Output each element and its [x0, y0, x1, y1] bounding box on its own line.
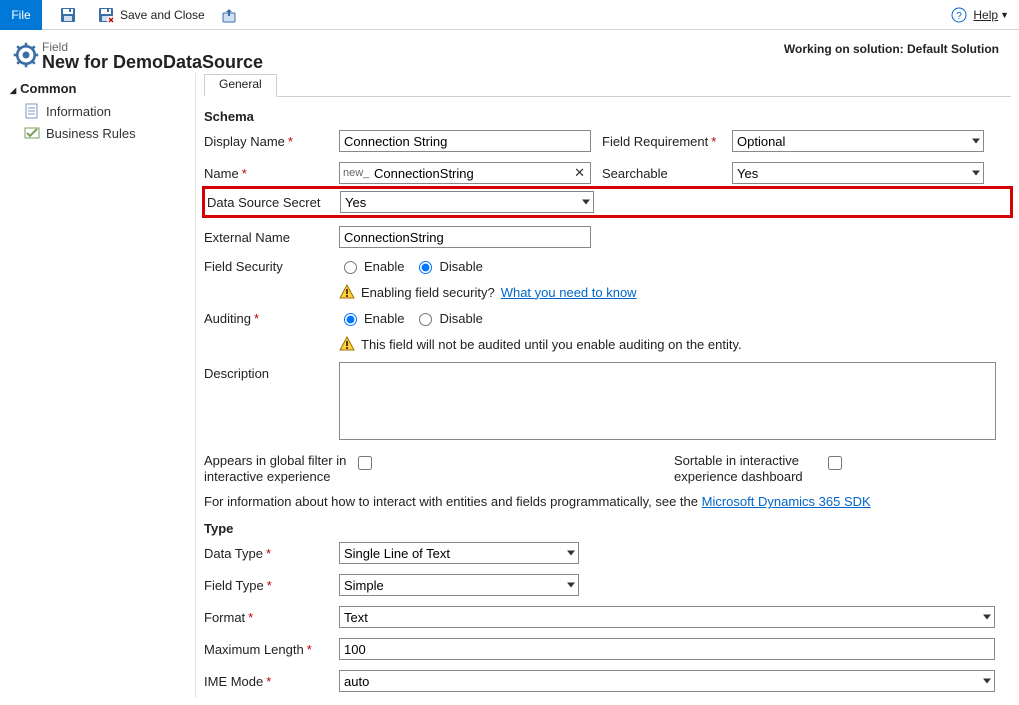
sidebar-item-label: Business Rules: [46, 126, 136, 141]
field-type-select[interactable]: Simple: [339, 574, 579, 596]
display-name-input[interactable]: [339, 130, 591, 152]
searchable-label: Searchable: [602, 166, 732, 181]
data-source-secret-row: Data Source Secret Yes: [202, 186, 1013, 218]
field-security-label: Field Security: [204, 259, 339, 274]
name-input[interactable]: [339, 162, 591, 184]
data-type-select[interactable]: Single Line of Text: [339, 542, 579, 564]
sidebar-item-information[interactable]: Information: [10, 100, 185, 122]
schema-section-title: Schema: [204, 109, 1011, 124]
rules-icon: [24, 125, 40, 141]
sidebar-item-label: Information: [46, 104, 111, 119]
external-name-input[interactable]: [339, 226, 591, 248]
sdk-link[interactable]: Microsoft Dynamics 365 SDK: [702, 494, 871, 509]
save-and-close-label: Save and Close: [120, 8, 205, 22]
field-requirement-select[interactable]: Optional: [732, 130, 984, 152]
clear-name-icon[interactable]: ✕: [574, 162, 585, 184]
solution-label: Working on solution: Default Solution: [784, 42, 999, 73]
file-menu-button[interactable]: File: [0, 0, 42, 30]
data-source-secret-label: Data Source Secret: [207, 195, 340, 210]
format-select[interactable]: Text: [339, 606, 995, 628]
save-and-close-button[interactable]: Save and Close: [94, 0, 209, 30]
sidebar-group-common[interactable]: Common: [10, 81, 185, 96]
warning-icon: [339, 336, 355, 352]
publish-button[interactable]: [217, 0, 247, 30]
description-label: Description: [204, 362, 339, 381]
field-security-warning-text: Enabling field security?: [361, 285, 495, 300]
data-source-secret-select[interactable]: Yes: [340, 191, 594, 213]
tab-strip: General: [204, 73, 1011, 97]
sidebar: Common Information Business Rules: [0, 73, 196, 698]
page-title: New for DemoDataSource: [42, 52, 784, 73]
main-content: General Schema Display Name Field Requir…: [196, 73, 1019, 698]
page-header: Field New for DemoDataSource Working on …: [0, 30, 1019, 73]
auditing-disable-radio[interactable]: Disable: [414, 310, 482, 326]
format-label: Format: [204, 610, 339, 625]
field-type-label: Field Type: [204, 578, 339, 593]
field-security-enable-radio[interactable]: Enable: [339, 258, 404, 274]
ime-mode-select[interactable]: auto: [339, 670, 995, 692]
entity-gear-icon: [10, 36, 42, 73]
display-name-label: Display Name: [204, 134, 339, 149]
field-security-disable-radio[interactable]: Disable: [414, 258, 482, 274]
searchable-select[interactable]: Yes: [732, 162, 984, 184]
toolbar: File Save and Close Help ▼: [0, 0, 1019, 30]
ime-mode-label: IME Mode: [204, 674, 339, 689]
sidebar-item-business-rules[interactable]: Business Rules: [10, 122, 185, 144]
max-length-label: Maximum Length: [204, 642, 339, 657]
name-label: Name: [204, 166, 339, 181]
publish-icon: [221, 7, 237, 23]
chevron-down-icon: ▼: [1000, 10, 1009, 20]
max-length-input[interactable]: [339, 638, 995, 660]
description-textarea[interactable]: [339, 362, 996, 440]
sdk-info-line: For information about how to interact wi…: [204, 494, 1011, 509]
data-type-label: Data Type: [204, 546, 339, 561]
global-filter-label: Appears in global filter in interactive …: [204, 453, 354, 484]
auditing-warning-text: This field will not be audited until you…: [361, 337, 742, 352]
global-filter-checkbox[interactable]: [358, 456, 372, 470]
sortable-dashboard-label: Sortable in interactive experience dashb…: [674, 453, 824, 484]
help-menu[interactable]: Help ▼: [951, 7, 1009, 23]
warning-icon: [339, 284, 355, 300]
save-close-icon: [98, 7, 114, 23]
field-security-info-link[interactable]: What you need to know: [501, 285, 637, 300]
help-label: Help: [973, 8, 998, 22]
sortable-dashboard-checkbox[interactable]: [828, 456, 842, 470]
save-button[interactable]: [56, 0, 86, 30]
external-name-label: External Name: [204, 230, 339, 245]
tab-general[interactable]: General: [204, 74, 277, 97]
auditing-enable-radio[interactable]: Enable: [339, 310, 404, 326]
help-icon: [951, 7, 967, 23]
auditing-label: Auditing: [204, 311, 339, 326]
type-section-title: Type: [204, 521, 1011, 536]
page-icon: [24, 103, 40, 119]
field-requirement-label: Field Requirement: [602, 134, 732, 149]
save-icon: [60, 7, 76, 23]
